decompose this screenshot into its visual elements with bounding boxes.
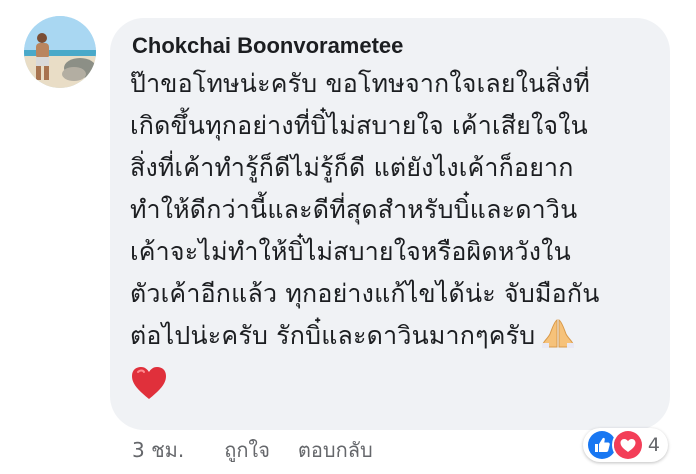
- comment-line: เค้าจะไม่ทำให้บิ๋ไม่สบายใจหรือผิดหวังใน: [130, 237, 571, 266]
- comment-line: สิ่งที่เค้าทำรู้ก็ดีไม่รู้ก็ดี แต่ยังไงเ…: [130, 153, 574, 182]
- comment-actions: 3 ชม. ถูกใจ ตอบกลับ: [132, 434, 373, 466]
- avatar[interactable]: [24, 16, 96, 88]
- comment-timestamp[interactable]: 3 ชม.: [132, 434, 184, 466]
- reply-button[interactable]: ตอบกลับ: [298, 434, 373, 466]
- comment-bubble: Chokchai Boonvorametee ป๊าขอโทษน่ะครับ ข…: [110, 18, 670, 430]
- emoji-row: [130, 365, 650, 405]
- reaction-summary[interactable]: 4: [582, 428, 668, 462]
- comment-line: ป๊าขอโทษน่ะครับ ขอโทษจากใจเลยในสิ่งที่: [130, 69, 591, 98]
- reaction-count: 4: [647, 434, 660, 456]
- comment-line-last: ต่อไปน่ะครับ รักบิ๋และดาวินมากๆครับ: [130, 315, 650, 357]
- folded-hands-icon: [541, 316, 575, 348]
- comment-author[interactable]: Chokchai Boonvorametee: [132, 32, 650, 60]
- love-icon: [611, 429, 644, 461]
- red-heart-icon: [130, 365, 168, 401]
- facebook-comment: Chokchai Boonvorametee ป๊าขอโทษน่ะครับ ข…: [0, 0, 696, 474]
- avatar-photo: [24, 16, 96, 88]
- like-button[interactable]: ถูกใจ: [224, 434, 270, 466]
- comment-line-text: ต่อไปน่ะครับ รักบิ๋และดาวินมากๆครับ: [130, 321, 536, 350]
- comment-line: เกิดขึ้นทุกอย่างที่บิ๋ไม่สบายใจ เค้าเสีย…: [130, 111, 588, 140]
- comment-line: ตัวเค้าอีกแล้ว ทุกอย่างแก้ไขได้น่ะ จับมื…: [130, 279, 600, 308]
- comment-text: ป๊าขอโทษน่ะครับ ขอโทษจากใจเลยในสิ่งที่ เ…: [130, 63, 650, 357]
- comment-line: ทำให้ดีกว่านี้และดีที่สุดสำหรับบิ๋และดาว…: [130, 195, 578, 224]
